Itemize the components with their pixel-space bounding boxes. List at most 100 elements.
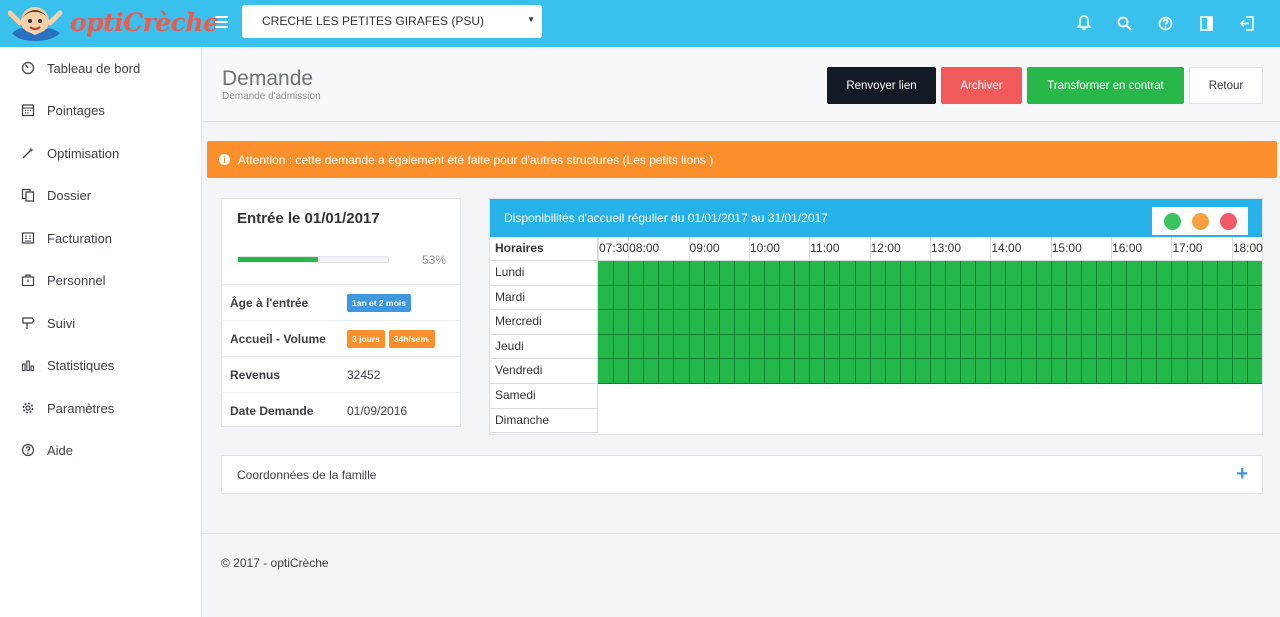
- hours-badge: 34h/sem.: [388, 329, 436, 348]
- search-icon[interactable]: [1104, 12, 1145, 34]
- back-button[interactable]: Retour: [1189, 67, 1263, 104]
- slot-divider: [1080, 261, 1082, 286]
- day-slot-row[interactable]: [598, 359, 1262, 384]
- hours-row: 07:30 08:00 09:00 10:00 11:00 12:00 13:00 14:00…: [598, 237, 1263, 261]
- slot-divider: [673, 261, 675, 286]
- expand-plus-icon[interactable]: +: [1236, 463, 1248, 486]
- slot-divider: [1141, 310, 1143, 335]
- sidebar-item-label: Dossier: [47, 187, 92, 203]
- slot-divider: [688, 334, 690, 360]
- family-label: Coordonnées de la famille: [237, 468, 377, 482]
- availability-panel: Disponibilités d'accueil régulier du 01/…: [489, 198, 1263, 435]
- calendar-icon: [20, 102, 36, 118]
- slot-divider: [764, 261, 765, 286]
- footer-divider: [202, 533, 1280, 534]
- progress-percent: 53%: [421, 253, 446, 267]
- slot-divider: [718, 261, 720, 286]
- info-value: 1an et 2 mois: [347, 293, 411, 312]
- resend-link-button[interactable]: Renvoyer lien: [827, 67, 936, 104]
- slot-divider: [1171, 359, 1173, 384]
- hour-label: 08:00: [629, 241, 660, 255]
- slot-divider: [1201, 310, 1203, 335]
- slot-divider: [628, 334, 630, 360]
- slot-divider: [1050, 310, 1052, 335]
- slot-divider: [1231, 359, 1233, 384]
- slot-divider: [643, 285, 645, 311]
- sidebar-item-aide[interactable]: Aide: [0, 430, 201, 470]
- availability-legend: [1152, 207, 1248, 235]
- convert-to-contract-button[interactable]: Transformer en contrat: [1027, 67, 1184, 104]
- baby-logo-icon: [7, 7, 63, 41]
- help-icon[interactable]: [1145, 12, 1186, 34]
- legend-orange-dot[interactable]: [1191, 212, 1209, 230]
- slot-divider: [869, 359, 871, 384]
- slot-divider: [960, 359, 962, 384]
- slot-divider: [869, 310, 871, 335]
- logout-icon[interactable]: [1227, 12, 1268, 34]
- sidebar-item-tableau-de-bord[interactable]: Tableau de bord: [0, 48, 201, 88]
- day-slot-row[interactable]: [598, 285, 1262, 311]
- info-value: 32452: [347, 367, 381, 382]
- row-divider: [598, 382, 1262, 384]
- slot-divider: [899, 334, 901, 360]
- panel-icon[interactable]: [1186, 12, 1227, 34]
- sidebar-item-pointages[interactable]: Pointages: [0, 90, 201, 130]
- menu-toggle-button[interactable]: [212, 13, 232, 33]
- slot-divider: [1050, 285, 1052, 311]
- slot-divider: [718, 334, 720, 360]
- slot-divider: [1126, 359, 1128, 384]
- slot-divider: [628, 310, 630, 335]
- slot-divider: [824, 285, 826, 311]
- legend-green-dot[interactable]: [1163, 212, 1181, 230]
- slot-divider: [1246, 261, 1248, 286]
- family-panel[interactable]: Coordonnées de la famille +: [221, 455, 1263, 494]
- day-label: Vendredi: [490, 359, 598, 384]
- sidebar-item-label: Tableau de bord: [47, 60, 141, 76]
- logo[interactable]: optiCrèche: [7, 3, 219, 45]
- info-label: Âge à l'entrée: [230, 295, 309, 310]
- slot-divider: [869, 334, 871, 360]
- slot-divider: [975, 261, 977, 286]
- slot-divider: [764, 334, 765, 360]
- slot-divider: [1231, 334, 1233, 360]
- sidebar-item-statistiques[interactable]: Statistiques: [0, 345, 201, 385]
- slot-divider: [1035, 310, 1037, 335]
- slot-divider: [1035, 261, 1037, 286]
- archive-button[interactable]: Archiver: [941, 67, 1022, 104]
- slot-divider: [930, 334, 931, 360]
- slot-divider: [1141, 285, 1143, 311]
- sidebar-item-suivi[interactable]: Suivi: [0, 303, 201, 343]
- sidebar-item-parametres[interactable]: Paramètres: [0, 388, 201, 428]
- bell-icon[interactable]: [1063, 12, 1104, 34]
- day-slot-row[interactable]: [598, 334, 1262, 360]
- slot-divider: [1216, 261, 1218, 286]
- slot-divider: [1096, 334, 1097, 360]
- sidebar-item-personnel[interactable]: Personnel: [0, 260, 201, 300]
- slot-divider: [975, 334, 977, 360]
- sidebar-item-facturation[interactable]: Facturation: [0, 218, 201, 258]
- slot-divider: [718, 285, 720, 311]
- slot-divider: [1246, 310, 1248, 335]
- info-label: Date Demande: [230, 403, 314, 418]
- slot-divider: [945, 359, 947, 384]
- slot-divider: [1156, 310, 1158, 335]
- slot-divider: [1231, 261, 1233, 286]
- slot-divider: [1020, 334, 1022, 360]
- sidebar-item-dossier[interactable]: Dossier: [0, 175, 201, 215]
- slot-divider: [809, 261, 811, 286]
- slot-divider: [1216, 334, 1218, 360]
- slot-divider: [990, 310, 992, 335]
- bar-chart-icon: [20, 357, 36, 373]
- structure-select[interactable]: CRECHE LES PETITES GIRAFES (PSU) ▼: [242, 5, 542, 38]
- sidebar-item-optimisation[interactable]: Optimisation: [0, 133, 201, 173]
- legend-red-dot[interactable]: [1219, 212, 1237, 230]
- info-row-date: Date Demande 01/09/2016: [222, 392, 460, 428]
- day-slot-row[interactable]: [598, 261, 1262, 286]
- slot-divider: [1005, 334, 1007, 360]
- slot-divider: [1111, 334, 1113, 360]
- slot-divider: [975, 285, 977, 311]
- slot-divider: [613, 310, 615, 335]
- day-slot-row[interactable]: [598, 310, 1262, 335]
- slot-divider: [1080, 359, 1082, 384]
- slot-divider: [733, 285, 735, 311]
